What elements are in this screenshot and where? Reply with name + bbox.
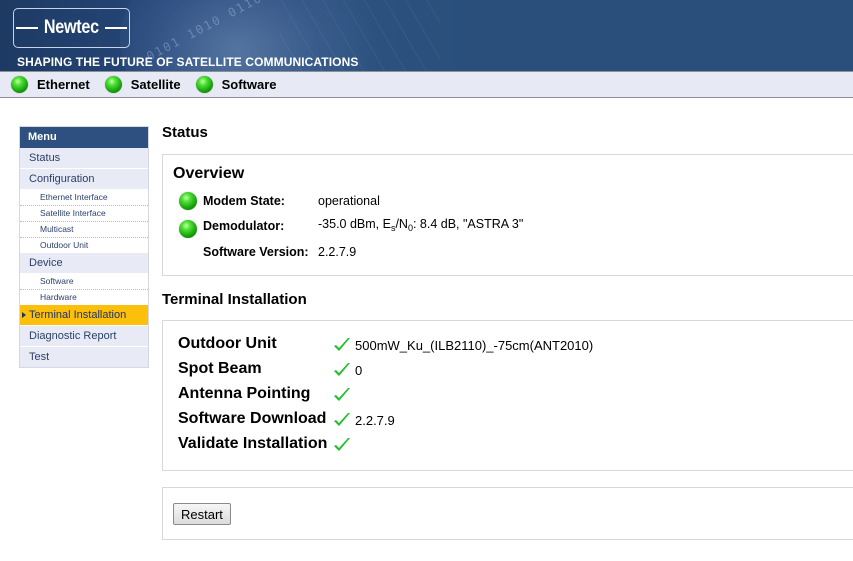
install-row-outdoor-unit: Outdoor Unit 500mW_Ku_(ILB2110)_-75cm(AN… (178, 335, 778, 357)
checkmark-icon (334, 438, 350, 451)
install-value: 2.2.7.9 (355, 413, 395, 428)
menu-item-satellite-interface[interactable]: Satellite Interface (20, 206, 148, 222)
green-led-icon (195, 76, 213, 93)
install-label: Software Download (178, 410, 327, 427)
status-software-label: Software (221, 77, 277, 92)
overview-title: Overview (173, 165, 245, 182)
install-row-validate-installation: Validate Installation (178, 435, 778, 457)
modem-state-value: operational (318, 194, 380, 208)
install-label: Outdoor Unit (178, 335, 277, 352)
menu-item-ethernet-interface[interactable]: Ethernet Interface (20, 190, 148, 206)
menu-item-diagnostic-report[interactable]: Diagnostic Report (20, 326, 148, 347)
checkmark-icon (334, 413, 350, 426)
menu-item-configuration[interactable]: Configuration (20, 169, 148, 190)
modem-state-row: Modem State: operational (179, 192, 380, 210)
menu-item-software[interactable]: Software (20, 274, 148, 290)
install-row-software-download: Software Download 2.2.7.9 (178, 410, 778, 432)
demodulator-row: Demodulator: -35.0 dBm, Es/N0: 8.4 dB, "… (179, 217, 523, 238)
menu-item-terminal-installation-label: Terminal Installation (29, 309, 127, 321)
status-satellite: Satellite (104, 76, 181, 93)
checkmark-icon (334, 388, 350, 401)
green-led-icon (104, 76, 122, 93)
menu-item-terminal-installation[interactable]: Terminal Installation (20, 305, 148, 326)
tagline: SHAPING THE FUTURE OF SATELLITE COMMUNIC… (17, 55, 359, 69)
demodulator-level-text: -35.0 dBm, E (318, 217, 391, 231)
install-value: 0 (355, 363, 363, 378)
modem-state-label: Modem State: (203, 194, 285, 208)
checkmark-icon (334, 338, 350, 351)
restart-button[interactable]: Restart (173, 503, 231, 525)
checkmark-icon (334, 363, 350, 376)
demodulator-value: -35.0 dBm, Es/N0: 8.4 dB, "ASTRA 3" (318, 217, 524, 233)
overview-panel: Overview Modem State: operational Demodu… (162, 154, 853, 276)
demodulator-rest-text: : 8.4 dB, "ASTRA 3" (412, 217, 524, 231)
status-software: Software (195, 76, 277, 93)
active-arrow-icon (22, 312, 26, 318)
menu-item-status[interactable]: Status (20, 148, 148, 169)
n-text: /N (395, 217, 408, 231)
menu-item-outdoor-unit[interactable]: Outdoor Unit (20, 238, 148, 253)
software-version-row: Software Version: 2.2.7.9 (179, 245, 356, 263)
menu-item-hardware[interactable]: Hardware (20, 290, 148, 305)
menu-item-multicast[interactable]: Multicast (20, 222, 148, 238)
green-led-icon (179, 220, 197, 238)
green-led-icon (11, 76, 28, 93)
header-banner: 0101 1010 0110 Newtec SHAPING THE FUTURE… (0, 0, 853, 71)
demodulator-label: Demodulator: (203, 219, 285, 233)
install-row-antenna-pointing: Antenna Pointing (178, 385, 778, 407)
install-label: Validate Installation (178, 435, 328, 452)
logo-dash-right (104, 27, 127, 29)
status-ethernet-label: Ethernet (37, 77, 90, 92)
status-ethernet: Ethernet (11, 76, 90, 93)
install-label: Spot Beam (178, 360, 262, 377)
install-row-spot-beam: Spot Beam 0 (178, 360, 778, 382)
terminal-installation-heading: Terminal Installation (162, 291, 307, 308)
software-version-value: 2.2.7.9 (318, 245, 357, 259)
software-version-label: Software Version: (203, 245, 309, 259)
actions-panel: Restart (162, 487, 853, 540)
logo-text: Newtec (43, 17, 100, 38)
menu-title: Menu (20, 127, 148, 148)
sidebar-menu: Menu Status Configuration Ethernet Inter… (19, 126, 149, 368)
install-value: 500mW_Ku_(ILB2110)_-75cm(ANT2010) (355, 338, 594, 353)
newtec-logo[interactable]: Newtec (13, 8, 130, 48)
install-label: Antenna Pointing (178, 385, 311, 402)
logo-dash-left (16, 27, 39, 29)
status-indicator-bar: Ethernet Satellite Software (0, 71, 853, 98)
terminal-installation-panel: Outdoor Unit 500mW_Ku_(ILB2110)_-75cm(AN… (162, 320, 853, 471)
page-title: Status (162, 124, 208, 141)
menu-item-test[interactable]: Test (20, 347, 148, 367)
menu-item-device[interactable]: Device (20, 253, 148, 274)
green-led-icon (179, 192, 197, 210)
status-satellite-label: Satellite (130, 77, 181, 92)
